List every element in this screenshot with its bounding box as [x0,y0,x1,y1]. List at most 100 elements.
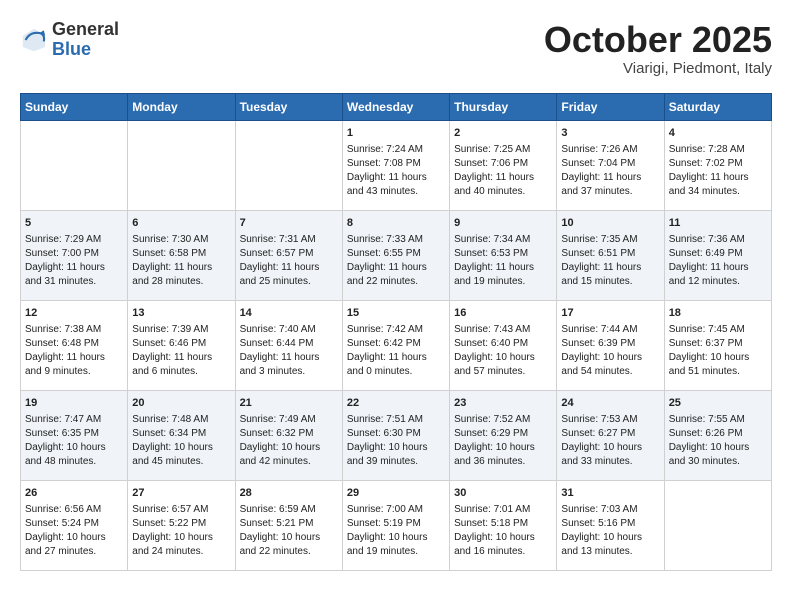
day-info: Sunrise: 7:47 AM [25,413,123,427]
day-info: Sunset: 6:46 PM [132,337,230,351]
day-info: Daylight: 11 hours and 22 minutes. [347,261,445,289]
day-info: Daylight: 10 hours and 27 minutes. [25,531,123,559]
day-info: Sunrise: 6:59 AM [240,503,338,517]
day-info: Sunset: 6:55 PM [347,247,445,261]
day-info: Daylight: 10 hours and 22 minutes. [240,531,338,559]
day-info: Sunset: 6:49 PM [669,247,767,261]
day-info: Daylight: 10 hours and 36 minutes. [454,441,552,469]
day-number: 21 [240,396,338,411]
day-number: 22 [347,396,445,411]
day-info: Sunrise: 7:38 AM [25,323,123,337]
week-row-3: 12Sunrise: 7:38 AMSunset: 6:48 PMDayligh… [21,300,772,390]
day-info: Sunset: 5:16 PM [561,517,659,531]
day-number: 25 [669,396,767,411]
day-info: Sunset: 6:40 PM [454,337,552,351]
logo-icon [20,26,48,54]
day-info: Daylight: 10 hours and 54 minutes. [561,351,659,379]
day-cell: 12Sunrise: 7:38 AMSunset: 6:48 PMDayligh… [21,300,128,390]
day-info: Daylight: 11 hours and 25 minutes. [240,261,338,289]
day-info: Sunrise: 7:51 AM [347,413,445,427]
day-info: Daylight: 10 hours and 51 minutes. [669,351,767,379]
day-info: Daylight: 10 hours and 39 minutes. [347,441,445,469]
day-number: 20 [132,396,230,411]
day-cell: 11Sunrise: 7:36 AMSunset: 6:49 PMDayligh… [664,210,771,300]
day-info: Sunrise: 7:31 AM [240,233,338,247]
day-info: Daylight: 11 hours and 40 minutes. [454,171,552,199]
day-number: 7 [240,216,338,231]
day-info: Sunrise: 7:00 AM [347,503,445,517]
day-cell: 1Sunrise: 7:24 AMSunset: 7:08 PMDaylight… [342,120,449,210]
day-number: 27 [132,486,230,501]
day-info: Daylight: 10 hours and 48 minutes. [25,441,123,469]
calendar-body: 1Sunrise: 7:24 AMSunset: 7:08 PMDaylight… [21,120,772,570]
day-cell: 17Sunrise: 7:44 AMSunset: 6:39 PMDayligh… [557,300,664,390]
day-header-saturday: Saturday [664,93,771,120]
day-info: Daylight: 10 hours and 30 minutes. [669,441,767,469]
day-cell: 25Sunrise: 7:55 AMSunset: 6:26 PMDayligh… [664,390,771,480]
day-cell: 4Sunrise: 7:28 AMSunset: 7:02 PMDaylight… [664,120,771,210]
day-number: 16 [454,306,552,321]
day-number: 4 [669,126,767,141]
page-header: General Blue October 2025 Viarigi, Piedm… [20,20,772,77]
day-cell: 15Sunrise: 7:42 AMSunset: 6:42 PMDayligh… [342,300,449,390]
day-number: 9 [454,216,552,231]
day-info: Sunset: 7:06 PM [454,157,552,171]
logo-text: General Blue [52,20,119,60]
day-info: Sunrise: 6:57 AM [132,503,230,517]
day-cell: 27Sunrise: 6:57 AMSunset: 5:22 PMDayligh… [128,480,235,570]
day-cell [128,120,235,210]
day-cell: 24Sunrise: 7:53 AMSunset: 6:27 PMDayligh… [557,390,664,480]
day-info: Sunset: 6:34 PM [132,427,230,441]
day-number: 10 [561,216,659,231]
day-cell: 8Sunrise: 7:33 AMSunset: 6:55 PMDaylight… [342,210,449,300]
logo: General Blue [20,20,119,60]
day-info: Sunrise: 7:39 AM [132,323,230,337]
day-info: Daylight: 10 hours and 42 minutes. [240,441,338,469]
day-info: Sunrise: 7:24 AM [347,143,445,157]
day-info: Daylight: 11 hours and 9 minutes. [25,351,123,379]
day-number: 24 [561,396,659,411]
day-number: 8 [347,216,445,231]
logo-blue-text: Blue [52,39,91,59]
day-cell: 28Sunrise: 6:59 AMSunset: 5:21 PMDayligh… [235,480,342,570]
location: Viarigi, Piedmont, Italy [544,60,772,77]
day-cell: 3Sunrise: 7:26 AMSunset: 7:04 PMDaylight… [557,120,664,210]
day-number: 1 [347,126,445,141]
month-title: October 2025 [544,20,772,60]
day-cell: 31Sunrise: 7:03 AMSunset: 5:16 PMDayligh… [557,480,664,570]
day-info: Daylight: 11 hours and 19 minutes. [454,261,552,289]
calendar-header: SundayMondayTuesdayWednesdayThursdayFrid… [21,93,772,120]
day-header-monday: Monday [128,93,235,120]
day-info: Sunrise: 7:35 AM [561,233,659,247]
day-info: Daylight: 10 hours and 57 minutes. [454,351,552,379]
day-header-thursday: Thursday [450,93,557,120]
day-number: 5 [25,216,123,231]
day-header-tuesday: Tuesday [235,93,342,120]
day-cell: 21Sunrise: 7:49 AMSunset: 6:32 PMDayligh… [235,390,342,480]
day-cell: 26Sunrise: 6:56 AMSunset: 5:24 PMDayligh… [21,480,128,570]
week-row-5: 26Sunrise: 6:56 AMSunset: 5:24 PMDayligh… [21,480,772,570]
day-info: Sunrise: 7:40 AM [240,323,338,337]
day-info: Daylight: 11 hours and 37 minutes. [561,171,659,199]
day-number: 12 [25,306,123,321]
day-info: Sunrise: 7:26 AM [561,143,659,157]
day-info: Sunset: 6:57 PM [240,247,338,261]
day-info: Sunrise: 7:48 AM [132,413,230,427]
day-info: Sunset: 5:21 PM [240,517,338,531]
day-number: 15 [347,306,445,321]
day-cell: 14Sunrise: 7:40 AMSunset: 6:44 PMDayligh… [235,300,342,390]
day-info: Sunrise: 7:43 AM [454,323,552,337]
day-cell [21,120,128,210]
day-cell: 6Sunrise: 7:30 AMSunset: 6:58 PMDaylight… [128,210,235,300]
day-info: Sunset: 6:44 PM [240,337,338,351]
day-info: Daylight: 11 hours and 3 minutes. [240,351,338,379]
day-info: Sunrise: 7:45 AM [669,323,767,337]
day-info: Sunset: 6:53 PM [454,247,552,261]
day-info: Sunrise: 6:56 AM [25,503,123,517]
day-info: Sunrise: 7:49 AM [240,413,338,427]
day-cell: 7 Sunrise: 7:31 AMSunset: 6:57 PMDaylight… [235,210,342,300]
day-cell: 13Sunrise: 7:39 AMSunset: 6:46 PMDayligh… [128,300,235,390]
day-info: Sunset: 6:51 PM [561,247,659,261]
day-info: Sunset: 6:37 PM [669,337,767,351]
day-info: Sunset: 7:00 PM [25,247,123,261]
